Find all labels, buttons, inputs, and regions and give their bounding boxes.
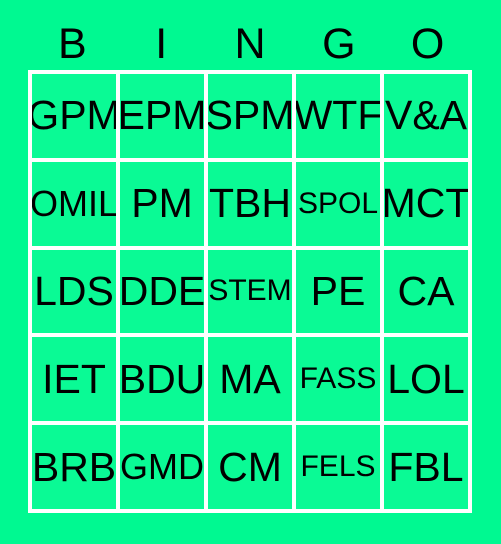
bingo-cell-label: LDS (34, 267, 114, 314)
bingo-cell-label: TBH (209, 180, 291, 227)
bingo-cell-label: WTF (296, 92, 380, 139)
bingo-cell-i2[interactable]: PM (120, 161, 204, 246)
bingo-cell-label: GPM (32, 92, 116, 139)
bingo-header-letter-o: O (383, 18, 472, 70)
bingo-cell-g2[interactable]: SPOL (296, 161, 380, 246)
bingo-cell-b3[interactable]: LDS (32, 249, 116, 334)
bingo-header-letter-n: N (206, 18, 295, 70)
bingo-cell-label: SPM (208, 92, 292, 139)
bingo-cell-label: EPM (120, 92, 204, 139)
bingo-cell-n1[interactable]: SPM (208, 74, 292, 158)
bingo-cell-b1[interactable]: GPM (32, 74, 116, 158)
bingo-cell-label: LOL (387, 355, 465, 402)
bingo-cell-label: STEM (208, 274, 292, 308)
bingo-cell-o2[interactable]: MCT (384, 161, 468, 246)
bingo-cell-label: MCT (384, 180, 468, 227)
bingo-header-letter-g: G (294, 18, 383, 70)
bingo-cell-label: SPOL (297, 186, 379, 220)
bingo-cell-i4[interactable]: BDU (120, 337, 204, 422)
bingo-cell-b5[interactable]: BRB (32, 425, 116, 509)
bingo-cell-label: MA (219, 355, 281, 402)
header-letter-text: G (322, 19, 356, 68)
bingo-cell-label: CM (218, 443, 282, 490)
bingo-cell-i5[interactable]: GMD (120, 425, 204, 509)
bingo-cell-g3[interactable]: PE (296, 249, 380, 334)
bingo-cell-label: OMIL (32, 182, 116, 224)
bingo-cell-i1[interactable]: EPM (120, 74, 204, 158)
bingo-cell-label: BRB (32, 443, 116, 490)
bingo-cell-n5[interactable]: CM (208, 425, 292, 509)
header-letter-text: N (234, 19, 266, 68)
bingo-cell-label: PE (310, 267, 366, 314)
bingo-cell-g1[interactable]: WTF (296, 74, 380, 158)
bingo-header-row: B I N G O (28, 18, 472, 70)
bingo-card: B I N G O GPM EPM SPM WTF V&A OMIL PM TBH SPOL MC… (0, 0, 501, 544)
bingo-cell-n3[interactable]: STEM (208, 249, 292, 334)
bingo-cell-n4[interactable]: MA (208, 337, 292, 422)
bingo-cell-label: CA (397, 267, 455, 314)
bingo-cell-label: BDU (120, 355, 204, 402)
bingo-cell-o1[interactable]: V&A (384, 74, 468, 158)
bingo-cell-g4[interactable]: FASS (296, 337, 380, 422)
bingo-cell-label: FELS (300, 450, 376, 484)
header-letter-text: B (58, 19, 87, 68)
header-letter-text: O (410, 19, 445, 68)
bingo-cell-n2[interactable]: TBH (208, 161, 292, 246)
bingo-cell-label: PM (131, 180, 193, 227)
bingo-cell-label: FASS (299, 362, 377, 396)
bingo-cell-label: GMD (120, 446, 204, 488)
bingo-cell-b4[interactable]: IET (32, 337, 116, 422)
bingo-cell-o4[interactable]: LOL (384, 337, 468, 422)
bingo-cell-i3[interactable]: DDE (120, 249, 204, 334)
header-letter-text: I (155, 19, 168, 68)
bingo-cell-label: V&A (384, 92, 468, 139)
bingo-cell-o3[interactable]: CA (384, 249, 468, 334)
bingo-cell-label: DDE (120, 267, 204, 314)
bingo-cell-o5[interactable]: FBL (384, 425, 468, 509)
bingo-grid: GPM EPM SPM WTF V&A OMIL PM TBH SPOL MCT LDS DDE STE… (28, 70, 472, 513)
bingo-cell-label: IET (42, 355, 106, 402)
bingo-header-letter-i: I (117, 18, 206, 70)
bingo-cell-label: FBL (388, 443, 464, 490)
bingo-cell-b2[interactable]: OMIL (32, 161, 116, 246)
bingo-header-letter-b: B (28, 18, 117, 70)
bingo-cell-g5[interactable]: FELS (296, 425, 380, 509)
